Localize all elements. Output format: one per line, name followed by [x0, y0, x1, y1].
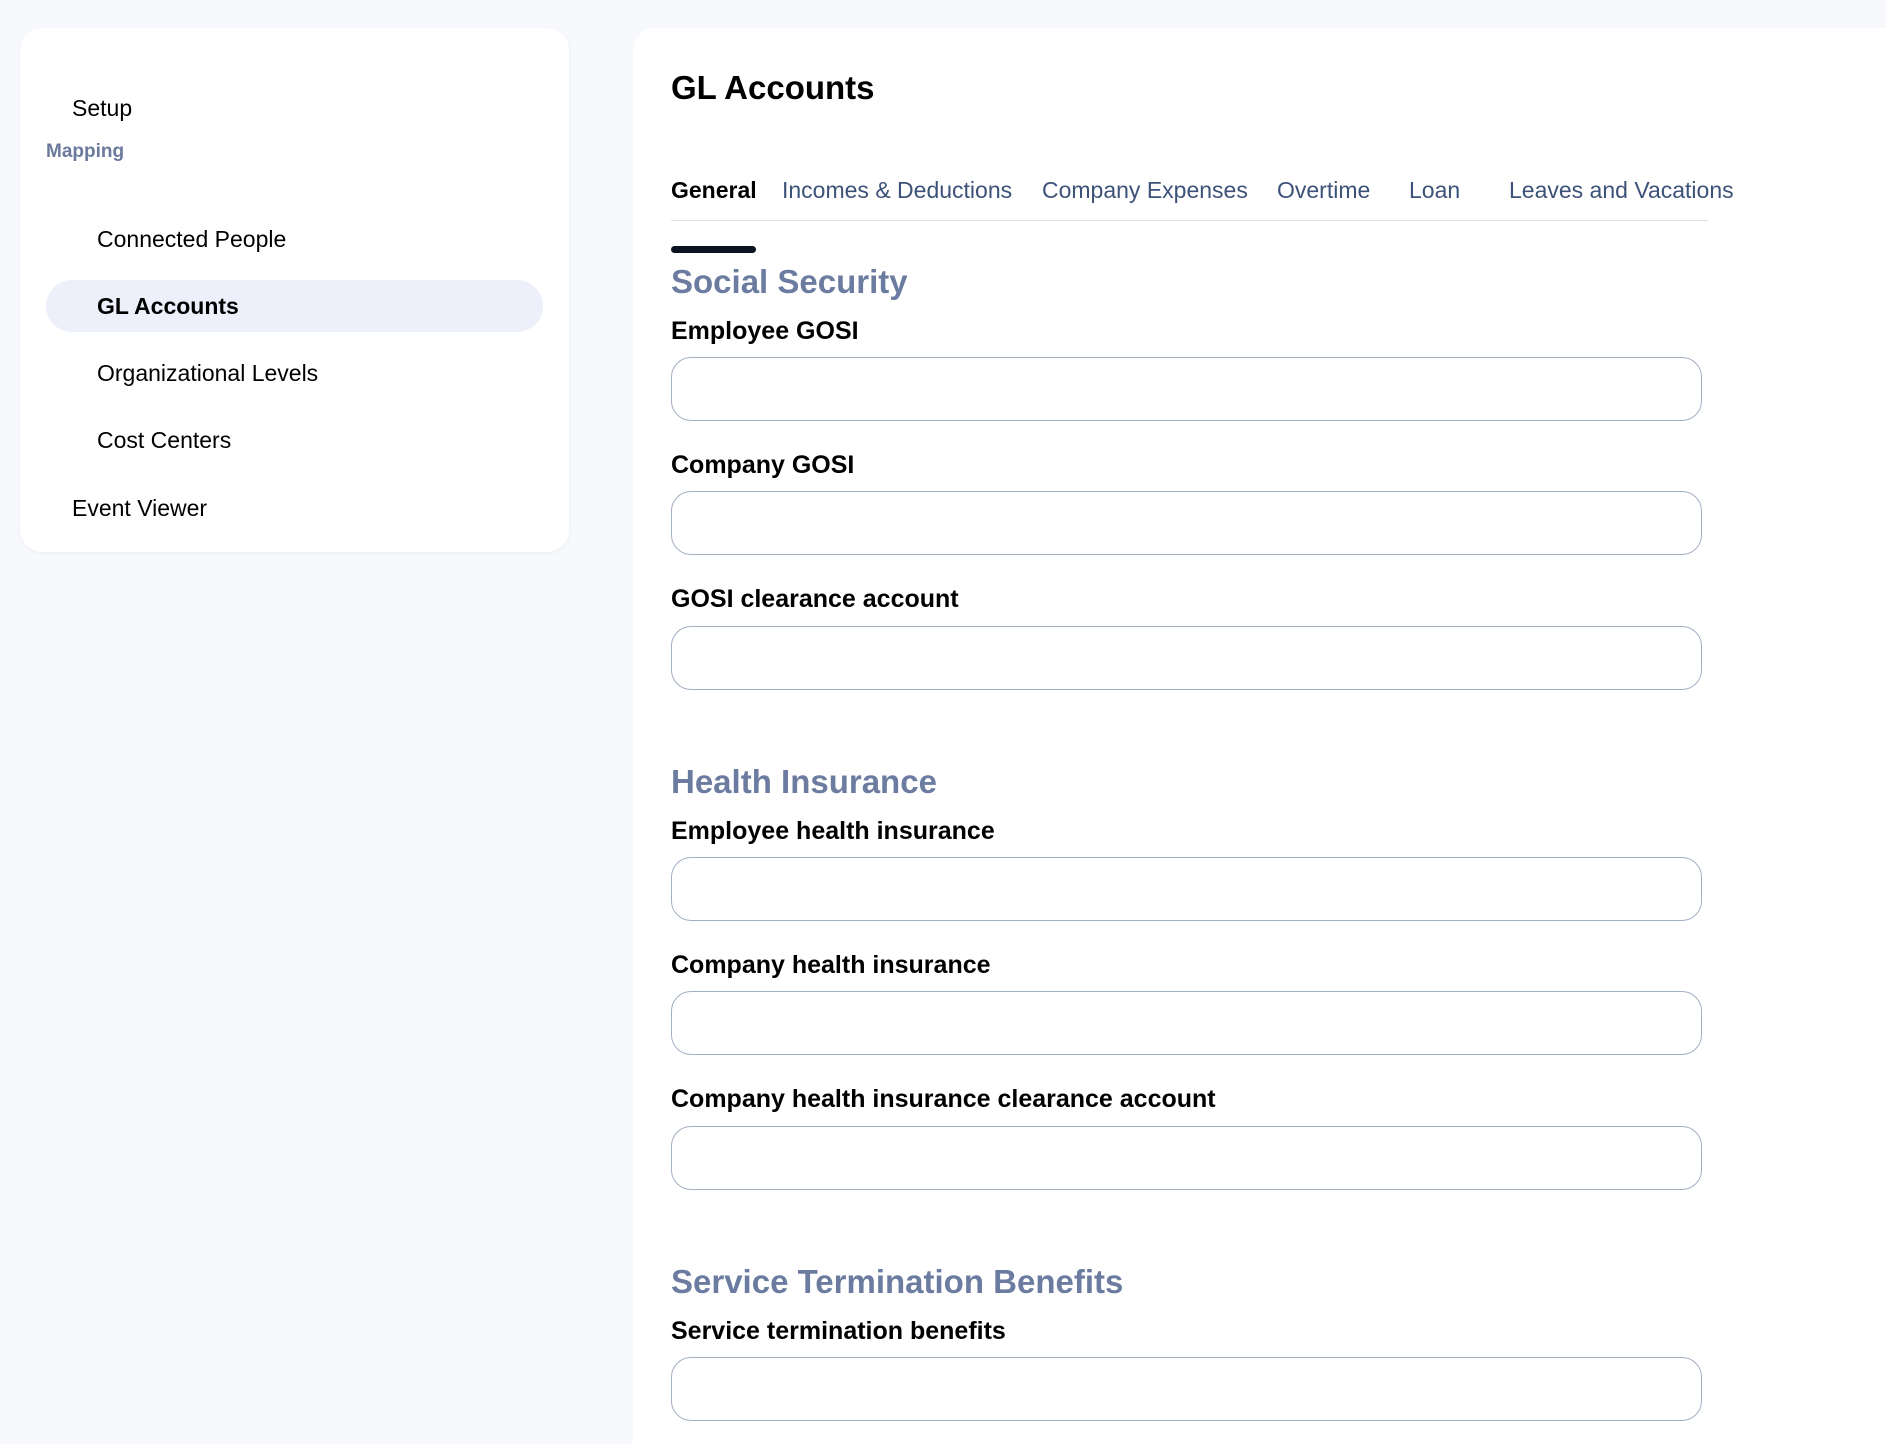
- field-label-employee-health-insurance: Employee health insurance: [671, 817, 995, 845]
- main-panel: GL Accounts General Incomes & Deductions…: [633, 28, 1886, 1444]
- field-label-company-health-insurance-clearance-account: Company health insurance clearance accou…: [671, 1085, 1216, 1113]
- sidebar-item-event-viewer[interactable]: Event Viewer: [46, 482, 543, 534]
- company-gosi-input[interactable]: [671, 491, 1702, 555]
- sidebar-group-mapping: Mapping: [46, 141, 125, 162]
- tab-bar: General Incomes & Deductions Company Exp…: [671, 160, 1734, 253]
- sidebar-item-connected-people[interactable]: Connected People: [46, 213, 543, 265]
- tab-company-expenses[interactable]: Company Expenses: [1042, 143, 1248, 235]
- field-label-gosi-clearance-account: GOSI clearance account: [671, 585, 959, 613]
- sidebar-item-setup[interactable]: Setup: [46, 82, 543, 134]
- sidebar: Setup Mapping Connected People GL Accoun…: [20, 28, 569, 552]
- section-heading-service-termination-benefits: Service Termination Benefits: [671, 1263, 1124, 1300]
- field-label-service-termination-benefits: Service termination benefits: [671, 1317, 1006, 1345]
- active-tab-indicator: [671, 246, 756, 253]
- employee-gosi-input[interactable]: [671, 357, 1702, 421]
- employee-health-insurance-input[interactable]: [671, 857, 1702, 921]
- gosi-clearance-account-input[interactable]: [671, 626, 1702, 690]
- page-title: GL Accounts: [671, 69, 875, 106]
- tab-incomes-deductions[interactable]: Incomes & Deductions: [782, 143, 1012, 235]
- sidebar-item-cost-centers[interactable]: Cost Centers: [46, 414, 543, 466]
- sidebar-item-gl-accounts[interactable]: GL Accounts: [46, 280, 543, 332]
- company-health-insurance-clearance-account-input[interactable]: [671, 1126, 1702, 1190]
- tab-leaves-and-vacations[interactable]: Leaves and Vacations: [1509, 143, 1734, 235]
- tab-general[interactable]: General: [671, 143, 757, 235]
- service-termination-benefits-input[interactable]: [671, 1357, 1702, 1421]
- field-label-employee-gosi: Employee GOSI: [671, 317, 859, 345]
- field-label-company-health-insurance: Company health insurance: [671, 951, 991, 979]
- sidebar-item-organizational-levels[interactable]: Organizational Levels: [46, 347, 543, 399]
- tab-overtime[interactable]: Overtime: [1277, 143, 1370, 235]
- tab-loan[interactable]: Loan: [1409, 143, 1460, 235]
- field-label-company-gosi: Company GOSI: [671, 451, 855, 479]
- section-heading-social-security: Social Security: [671, 263, 908, 300]
- section-heading-health-insurance: Health Insurance: [671, 763, 937, 800]
- company-health-insurance-input[interactable]: [671, 991, 1702, 1055]
